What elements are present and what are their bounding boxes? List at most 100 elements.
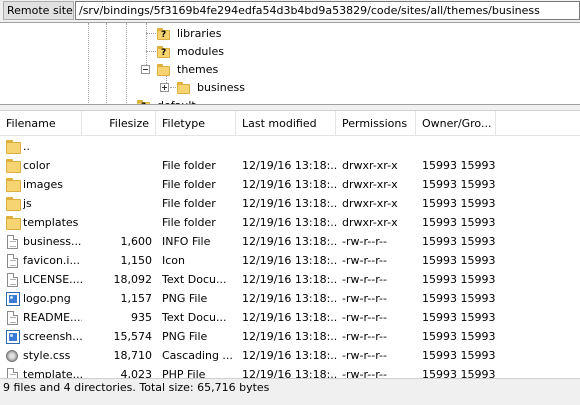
table-row[interactable]: images File folder 12/19/16 13:18:... dr… [0,175,580,194]
filesize-cell: 4,023 [120,368,153,378]
filename-cell: LICENSE.... [5,270,82,289]
column-header-filesize[interactable]: Filesize [82,111,156,136]
filesize-cell: 1,157 [120,292,153,305]
filesize-cell [82,156,152,175]
filetype-cell: PNG File [162,292,208,305]
image-icon [6,329,20,344]
table-row[interactable]: logo.png 1,157 PNG File 12/19/16 13:18:.… [0,289,580,308]
permissions-cell: -rw-r--r-- [342,254,387,267]
table-row[interactable]: js File folder 12/19/16 13:18:... drwxr-… [0,194,580,213]
owner-group-cell: 15993 15993 [422,330,496,343]
collapse-themes-toggle[interactable] [141,65,150,74]
column-header-filetype[interactable]: Filetype [156,111,236,136]
unknown-folder-icon: ? [156,45,170,59]
folder-icon [156,63,170,77]
table-row[interactable]: screensh... 15,574 PNG File 12/19/16 13:… [0,327,580,346]
column-header-permissions[interactable]: Permissions [336,111,416,136]
css-file-icon [6,349,18,362]
filesize-cell [82,213,152,232]
filename-cell: logo.png [5,289,82,308]
table-row[interactable]: templates File folder 12/19/16 13:18:...… [0,213,580,232]
filename-text: color [23,159,51,172]
document-icon [7,253,18,268]
last-modified-cell: 12/19/16 13:18:... [242,330,338,343]
tree-item-themes[interactable]: themes [156,61,220,79]
filetype-cell: File folder [162,216,216,229]
last-modified-cell: 12/19/16 13:18:... [242,273,338,286]
filesize-cell: 1,600 [120,235,153,248]
filename-cell: js [5,194,82,213]
table-row[interactable]: README.... 935 Text Docu... 12/19/16 13:… [0,308,580,327]
filename-text: screensh... [23,330,82,343]
tree-guide-line [146,33,156,34]
filesize-cell: 1,150 [120,254,153,267]
folder-icon [5,158,21,174]
owner-group-cell: 15993 15993 [422,349,496,362]
permissions-cell: drwxr-xr-x [342,159,398,172]
table-row[interactable]: favicon.i... 1,150 Icon 12/19/16 13:18:.… [0,251,580,270]
filename-cell: templates [5,213,82,232]
tree-item-default[interactable]: ? default [136,97,198,104]
table-row[interactable]: LICENSE.... 18,092 Text Docu... 12/19/16… [0,270,580,289]
filename-cell: style.css [5,346,82,365]
tree-guide-line [146,51,156,52]
status-bar: 9 files and 4 directories. Total size: 6… [0,378,580,397]
table-row[interactable]: color File folder 12/19/16 13:18:... drw… [0,156,580,175]
owner-group-cell: 15993 15993 [422,159,496,172]
owner-group-cell: 15993 15993 [422,235,496,248]
remote-file-list[interactable]: Filename Filesize Filetype Last modified… [0,110,580,378]
folder-icon [176,81,190,95]
remote-site-bar: Remote site: /srv/bindings/5f3169b4fe294… [0,0,580,22]
remote-site-label: Remote site: [3,1,74,20]
document-icon [7,310,18,325]
document-icon [7,234,18,249]
filename-cell: color [5,156,82,175]
tree-item-label: modules [177,45,224,58]
last-modified-cell: 12/19/16 13:18:... [242,368,338,378]
table-row-parent-directory[interactable]: .. [0,137,580,156]
permissions-cell: -rw-r--r-- [342,349,387,362]
filename-cell: business.... [5,232,82,251]
tree-item-business[interactable]: business [176,79,247,97]
last-modified-cell: 12/19/16 13:18:... [242,311,338,324]
permissions-cell: -rw-r--r-- [342,273,387,286]
table-row[interactable]: template.... 4,023 PHP File 12/19/16 13:… [0,365,580,378]
filename-text: business.... [23,235,82,248]
filesize-cell [82,175,152,194]
filetype-cell: INFO File [162,235,211,248]
filesize-cell: 18,092 [113,273,153,286]
filetype-cell: PHP File [162,368,206,378]
filesize-cell: 935 [131,311,152,324]
owner-group-cell: 15993 15993 [422,178,496,191]
permissions-cell: -rw-r--r-- [342,368,387,378]
tree-item-libraries[interactable]: ? libraries [156,25,223,43]
last-modified-cell: 12/19/16 13:18:... [242,254,338,267]
filename-cell: screensh... [5,327,82,346]
filename-text: style.css [23,349,71,362]
tree-item-modules[interactable]: ? modules [156,43,226,61]
table-row[interactable]: style.css 18,710 Cascading ... 12/19/16 … [0,346,580,365]
table-row[interactable]: business.... 1,600 INFO File 12/19/16 13… [0,232,580,251]
filename-cell: template.... [5,365,82,378]
permissions-cell: drwxr-xr-x [342,178,398,191]
tree-item-label: libraries [177,27,222,40]
tree-guide-line [88,23,89,104]
owner-group-cell: 15993 15993 [422,368,496,378]
permissions-cell: -rw-r--r-- [342,311,387,324]
column-header-last-modified[interactable]: Last modified [236,111,336,136]
filename-cell: images [5,175,82,194]
permissions-cell: drwxr-xr-x [342,197,398,210]
owner-group-cell: 15993 15993 [422,292,496,305]
remote-path-input[interactable]: /srv/bindings/5f3169b4fe294edfa54d3b4bd9… [75,1,580,20]
tree-guide-line [126,23,127,104]
filename-cell: favicon.i... [5,251,82,270]
last-modified-cell: 12/19/16 13:18:... [242,159,338,172]
filesize-cell: 15,574 [113,330,153,343]
column-header-owner-group[interactable]: Owner/Gro... [416,111,496,136]
remote-directory-tree[interactable]: ? libraries ? modules themes business ? … [0,22,580,104]
last-modified-cell: 12/19/16 13:18:... [242,178,338,191]
expand-business-toggle[interactable] [160,83,169,92]
filetype-cell: Text Docu... [162,273,227,286]
folder-icon [5,139,21,155]
column-header-filename[interactable]: Filename [0,111,82,136]
